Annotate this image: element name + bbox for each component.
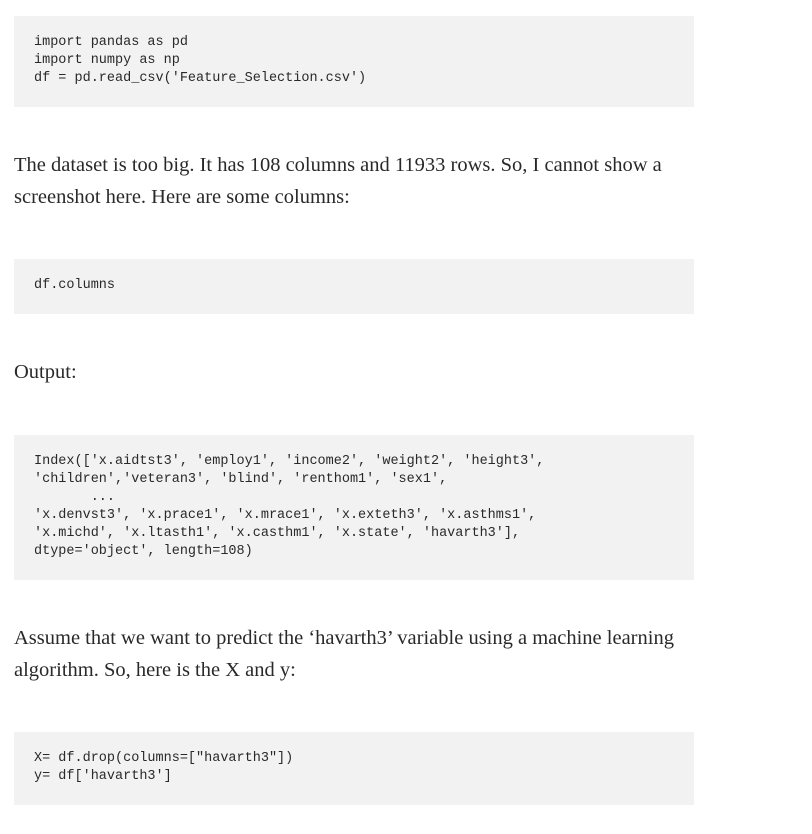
code-text-columns-output: Index(['x.aidtst3', 'employ1', 'income2'… (34, 454, 545, 559)
code-block-columns-output: Index(['x.aidtst3', 'employ1', 'income2'… (14, 435, 694, 580)
code-block-imports: import pandas as pd import numpy as np d… (14, 16, 694, 107)
code-text-df-columns: df.columns (34, 278, 116, 293)
code-text-imports: import pandas as pd import numpy as np d… (34, 35, 367, 86)
paragraph-output-label: Output: (14, 361, 77, 383)
paragraph-dataset-description: The dataset is too big. It has 108 colum… (14, 154, 662, 208)
code-text-x-y: X= df.drop(columns=["havarth3"]) y= df['… (34, 751, 294, 784)
code-block-df-columns: df.columns (14, 259, 694, 314)
paragraph-predict-description: Assume that we want to predict the ‘hava… (14, 627, 674, 681)
code-block-x-y: X= df.drop(columns=["havarth3"]) y= df['… (14, 732, 694, 805)
